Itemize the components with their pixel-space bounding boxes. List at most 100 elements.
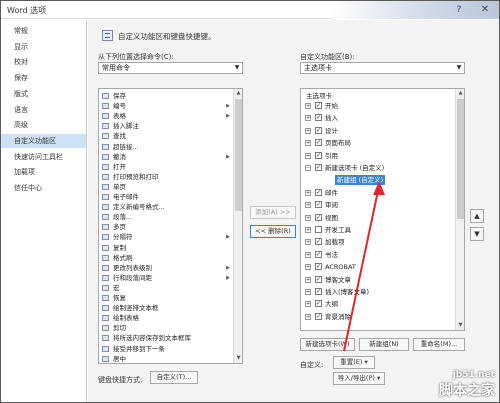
list-item[interactable]: 插入脚注	[99, 121, 233, 131]
move-down-icon[interactable]: ▼	[470, 227, 484, 241]
expand-icon[interactable]: +	[305, 214, 311, 221]
checkbox[interactable]: ✓	[315, 288, 322, 295]
close-icon[interactable]: ✕	[477, 4, 493, 16]
scroll-thumb[interactable]	[235, 99, 242, 211]
expand-icon[interactable]: +	[305, 301, 311, 308]
list-item[interactable]: 查找	[99, 131, 233, 141]
sidebar-item[interactable]: 快速访问工具栏	[1, 150, 86, 164]
rename-button[interactable]: 重命名(M)...	[413, 338, 465, 351]
expand-icon[interactable]: +	[305, 127, 311, 134]
list-item[interactable]: 段落...	[99, 212, 233, 222]
checkbox[interactable]: ✓	[315, 188, 322, 196]
scroll-down-icon[interactable]: ▼	[456, 321, 464, 330]
sidebar-item[interactable]: 信任中心	[1, 181, 86, 195]
tree-item[interactable]: + ✓ 加载项	[301, 237, 455, 247]
tree-item[interactable]: + ✓ 审阅	[301, 200, 455, 210]
expand-icon[interactable]: +	[305, 115, 311, 122]
help-icon[interactable]: ?	[453, 4, 465, 16]
checkbox[interactable]: ✓	[315, 250, 322, 258]
ribbon-tree[interactable]: 主选项卡 + ✓ 开始 + ✓ 插入 + ✓ 设计 + ✓ 页面布局 + ✓ 引用 − ✓ 新建选项卡 (自定义)…	[300, 88, 465, 331]
collapse-icon[interactable]: −	[305, 165, 311, 171]
list-item[interactable]: 多页	[99, 222, 233, 232]
expand-icon[interactable]: +	[305, 276, 311, 283]
checkbox[interactable]: ✓	[315, 238, 322, 246]
sidebar-item[interactable]: 语言	[1, 103, 86, 117]
checkbox[interactable]: ✓	[315, 102, 322, 109]
tree-item[interactable]: + ✓ 设计	[301, 126, 455, 136]
tree-item[interactable]: + ✓ 引用	[301, 151, 455, 161]
tree-item[interactable]: + ✓ 开始	[301, 101, 455, 111]
expand-icon[interactable]: +	[305, 103, 311, 109]
list-item[interactable]: 保存	[99, 91, 233, 101]
scroll-down-icon[interactable]: ▼	[234, 354, 242, 363]
sidebar-item[interactable]: 版式	[1, 87, 86, 101]
new-tab-button[interactable]: 新建选项卡(W)	[300, 338, 355, 351]
tree-item[interactable]: 新建组 (自定义)	[301, 175, 455, 186]
scroll-thumb[interactable]	[457, 99, 464, 219]
checkbox[interactable]: ✓	[315, 151, 322, 159]
sidebar-item[interactable]: 加载项	[1, 165, 86, 179]
import-export-button[interactable]: 导入/导出(P) ▾	[333, 372, 385, 385]
remove-button[interactable]: << 删除(R)	[250, 225, 296, 238]
list-item[interactable]: 行和段落间距 ▶	[99, 273, 233, 283]
tree-item[interactable]: − ✓ 新建选项卡 (自定义)	[301, 163, 455, 173]
list-item[interactable]: 格式刷	[99, 253, 233, 263]
sidebar-item[interactable]: 高级	[1, 118, 86, 132]
checkbox[interactable]: ✓	[315, 201, 322, 209]
list-item[interactable]: 更改列表级别 ▶	[99, 263, 233, 273]
choose-commands-combo[interactable]: 常用命令 ▼	[98, 62, 243, 74]
checkbox[interactable]: ✓	[315, 300, 322, 308]
list-item[interactable]: 恢复	[99, 293, 233, 303]
list-item[interactable]: 电子邮件	[99, 192, 233, 202]
list-item[interactable]: 打开	[99, 162, 233, 172]
list-item[interactable]: 编号 ▶	[99, 101, 233, 111]
expand-icon[interactable]: +	[305, 264, 311, 271]
expand-icon[interactable]: +	[305, 140, 311, 147]
checkbox[interactable]	[315, 226, 322, 233]
list-item[interactable]: 将所选内容保存到文本框库	[99, 333, 233, 343]
expand-icon[interactable]: +	[305, 239, 311, 246]
list-item[interactable]: 撤消 ▶	[99, 152, 233, 162]
expand-icon[interactable]: +	[305, 189, 311, 196]
expand-icon[interactable]: +	[305, 313, 311, 320]
commands-scrollbar[interactable]: ▲ ▼	[233, 89, 242, 363]
scroll-up-icon[interactable]: ▲	[456, 89, 464, 98]
tree-item[interactable]: + ✓ 视图	[301, 213, 455, 223]
checkbox[interactable]: ✓	[315, 213, 322, 221]
expand-icon[interactable]: +	[305, 289, 311, 295]
list-item[interactable]: 分隔符 ▶	[99, 232, 233, 242]
scroll-up-icon[interactable]: ▲	[234, 89, 242, 98]
list-item[interactable]: 复制	[99, 243, 233, 253]
checkbox[interactable]: ✓	[315, 312, 322, 320]
tree-item[interactable]: + ✓ 插入	[301, 113, 455, 123]
checkbox[interactable]: ✓	[315, 114, 322, 122]
expand-icon[interactable]: +	[305, 227, 311, 233]
customize-shortcuts-button[interactable]: 自定义(T)...	[150, 371, 198, 384]
list-item[interactable]: 打印预览和打印	[99, 172, 233, 182]
checkbox[interactable]: ✓	[315, 139, 322, 147]
list-item[interactable]: 居中	[99, 354, 233, 363]
list-item[interactable]: 绘制竖排文本框	[99, 303, 233, 313]
expand-icon[interactable]: +	[305, 202, 311, 209]
tree-item[interactable]: + ✓ 大纲	[301, 299, 455, 309]
commands-list[interactable]: 保存 编号 ▶ 表格 ▶ 插入脚注 查找 超链接... 撤消 ▶ 打开 打印预览和打印 单页 电子邮件 定义…	[98, 88, 243, 364]
checkbox[interactable]: ✓	[315, 263, 322, 271]
reset-button[interactable]: 重置(E) ▾	[333, 356, 375, 369]
list-item[interactable]: 绘制表格	[99, 313, 233, 323]
checkbox[interactable]: ✓	[315, 126, 322, 134]
tree-item[interactable]: + ✓ 邮件	[301, 188, 455, 198]
list-item[interactable]: 宏	[99, 283, 233, 293]
tree-item[interactable]: + 开发工具	[301, 225, 455, 235]
sidebar-item[interactable]: 自定义功能区	[1, 133, 86, 148]
list-item[interactable]: 剪切	[99, 323, 233, 333]
tree-item[interactable]: + ✓ 书法	[301, 250, 455, 260]
expand-icon[interactable]: +	[305, 251, 311, 258]
expand-icon[interactable]: +	[305, 152, 311, 159]
list-item[interactable]: 单页	[99, 182, 233, 192]
add-button[interactable]: 添加(A) >>	[250, 206, 296, 219]
sidebar-item[interactable]: 校对	[1, 55, 86, 69]
tree-item[interactable]: + ✓ 页面布局	[301, 138, 455, 148]
checkbox[interactable]: ✓	[315, 275, 322, 283]
new-group-button[interactable]: 新建组(N)	[359, 338, 409, 351]
list-item[interactable]: 接受并移到下一条	[99, 344, 233, 354]
